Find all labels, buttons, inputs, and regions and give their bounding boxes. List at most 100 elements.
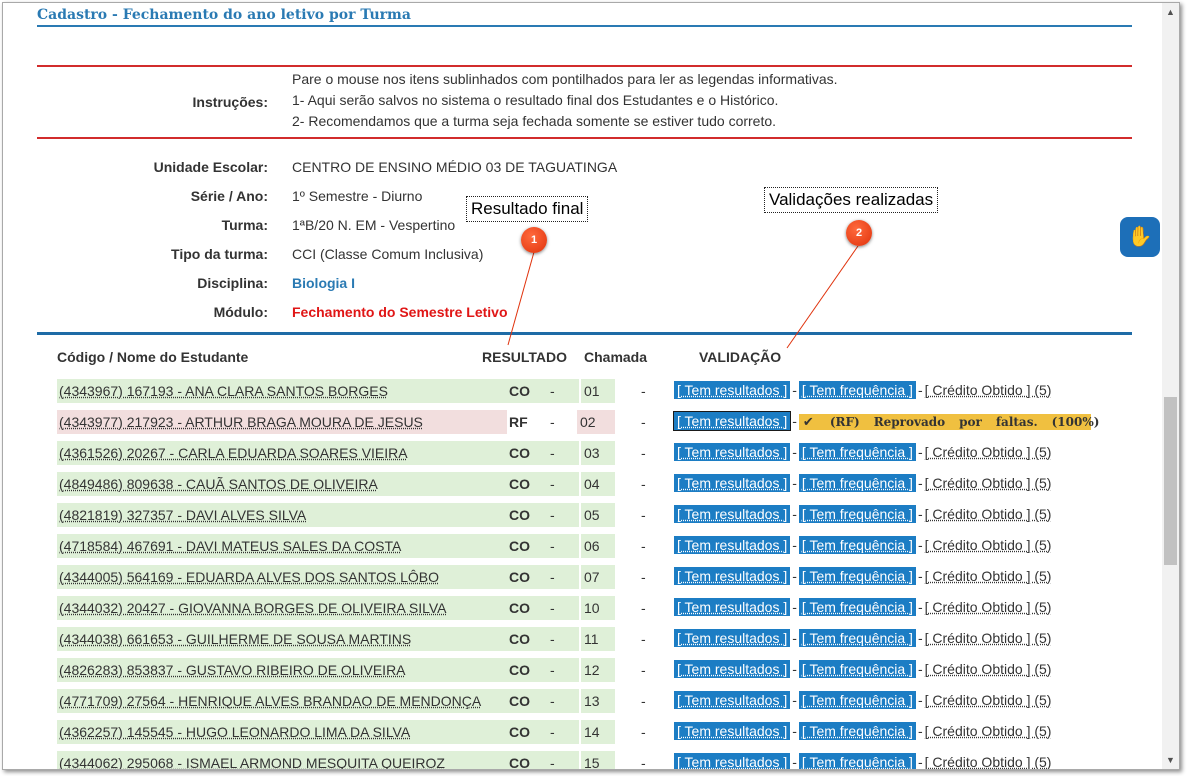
tem-frequencia-link[interactable]: [ Tem frequência ]: [798, 536, 916, 554]
turma-value: 1ªB/20 N. EM - Vespertino: [292, 217, 456, 233]
tem-resultados-link[interactable]: [ Tem resultados ]: [674, 660, 791, 678]
result-cell: CO -: [507, 596, 579, 620]
tem-resultados-link[interactable]: [ Tem resultados ]: [674, 443, 791, 461]
tem-resultados-link[interactable]: [ Tem resultados ]: [674, 505, 791, 523]
credito-obtido-link[interactable]: [ Crédito Obtido ] (5): [925, 599, 1052, 615]
student-name-link[interactable]: (4344038) 661653 - GUILHERME DE SOUSA MA…: [57, 627, 507, 651]
result-code[interactable]: CO: [509, 658, 530, 682]
table-row: (4771709) 27564 - HENRIQUE ALVES BRANDAO…: [3, 689, 1173, 715]
result-cell: CO -: [507, 689, 579, 713]
separator: -: [641, 383, 646, 399]
tem-frequencia-link[interactable]: [ Tem frequência ]: [798, 381, 916, 399]
separator: -: [792, 537, 797, 553]
separator: -: [641, 414, 646, 430]
student-name-link[interactable]: (4718584) 467691 - DAVI MATEUS SALES DA …: [57, 534, 507, 558]
credito-obtido-link[interactable]: [ Crédito Obtido ] (5): [925, 723, 1052, 739]
chamada-number: 05: [581, 503, 615, 527]
result-code[interactable]: CO: [509, 503, 530, 527]
tem-resultados-link[interactable]: [ Tem resultados ]: [674, 722, 791, 740]
disciplina-value: Biologia I: [292, 275, 355, 291]
sign-language-hands-icon[interactable]: ✋: [1120, 217, 1160, 257]
separator: -: [550, 476, 555, 492]
result-code[interactable]: CO: [509, 751, 530, 769]
scroll-up-arrow-icon[interactable]: ▲: [1162, 5, 1179, 19]
tem-frequencia-link[interactable]: [ Tem frequência ]: [798, 660, 916, 678]
credito-obtido-link[interactable]: [ Crédito Obtido ] (5): [925, 692, 1052, 708]
tem-frequencia-link[interactable]: [ Tem frequência ]: [798, 567, 916, 585]
separator: -: [792, 692, 797, 708]
student-name-link[interactable]: (4344062) 295068 - ISMAEL ARMOND MESQUIT…: [57, 751, 507, 769]
tem-resultados-link[interactable]: [ Tem resultados ]: [674, 629, 791, 647]
rf-warning-word: (RF): [829, 415, 860, 430]
tem-frequencia-link[interactable]: [ Tem frequência ]: [798, 598, 916, 616]
column-header-chamada: Chamada: [584, 349, 648, 365]
credito-obtido-link[interactable]: [ Crédito Obtido ] (5): [925, 506, 1052, 522]
tem-resultados-link[interactable]: [ Tem resultados ]: [674, 753, 791, 769]
table-row: (4344005) 564169 - EDUARDA ALVES DOS SAN…: [3, 565, 1173, 591]
separator: -: [550, 631, 555, 647]
credito-obtido-link[interactable]: [ Crédito Obtido ] (5): [925, 475, 1052, 491]
tem-frequencia-link[interactable]: [ Tem frequência ]: [798, 753, 916, 769]
tem-resultados-link[interactable]: [ Tem resultados ]: [674, 536, 791, 554]
result-cell: CO -: [507, 751, 579, 769]
table-divider: [37, 332, 1132, 335]
student-name-link[interactable]: (4821819) 327357 - DAVI ALVES SILVA: [57, 503, 507, 527]
separator: -: [792, 382, 797, 398]
result-code[interactable]: CO: [509, 379, 530, 403]
column-header-validacao: VALIDAÇÃO: [699, 349, 782, 365]
tem-resultados-link[interactable]: [ Tem resultados ]: [674, 474, 791, 492]
credito-obtido-link[interactable]: [ Crédito Obtido ] (5): [925, 754, 1052, 769]
result-code[interactable]: CO: [509, 441, 530, 465]
student-name-link[interactable]: (4771709) 27564 - HENRIQUE ALVES BRANDAO…: [57, 689, 507, 713]
result-code[interactable]: RF: [509, 410, 528, 434]
student-name-link[interactable]: (4362257) 145545 - HUGO LEONARDO LIMA DA…: [57, 720, 507, 744]
tem-frequencia-link[interactable]: [ Tem frequência ]: [798, 443, 916, 461]
result-code[interactable]: CO: [509, 627, 530, 651]
tem-frequencia-link[interactable]: [ Tem frequência ]: [798, 691, 916, 709]
tem-frequencia-link[interactable]: [ Tem frequência ]: [798, 722, 916, 740]
result-code[interactable]: CO: [509, 720, 530, 744]
separator: -: [917, 692, 923, 708]
tem-resultados-link[interactable]: [ Tem resultados ]: [674, 567, 791, 585]
separator: -: [917, 568, 923, 584]
scroll-down-arrow-icon[interactable]: ▼: [1162, 753, 1179, 767]
credito-obtido-link[interactable]: [ Crédito Obtido ] (5): [925, 382, 1052, 398]
student-name-link[interactable]: (4826283) 853837 - GUSTAVO RIBEIRO DE OL…: [57, 658, 507, 682]
result-code[interactable]: CO: [509, 472, 530, 496]
student-name-link[interactable]: (4344032) 20427 - GIOVANNA BORGES DE OLI…: [57, 596, 507, 620]
vertical-scrollbar[interactable]: ▲ ▼: [1162, 3, 1179, 769]
student-name-link[interactable]: (4344005) 564169 - EDUARDA ALVES DOS SAN…: [57, 565, 507, 589]
tem-frequencia-link[interactable]: [ Tem frequência ]: [798, 629, 916, 647]
instructions-label: Instruções:: [192, 94, 268, 110]
tem-frequencia-link[interactable]: [ Tem frequência ]: [798, 505, 916, 523]
separator: -: [641, 693, 646, 709]
credito-obtido-link[interactable]: [ Crédito Obtido ] (5): [925, 537, 1052, 553]
callout-validacoes-realizadas: Validações realizadas: [764, 187, 939, 213]
separator: -: [917, 630, 923, 646]
student-name-link[interactable]: (4343977) 217923 - ARTHUR BRAGA MOURA DE…: [57, 410, 507, 434]
tem-resultados-link[interactable]: [ Tem resultados ]: [674, 381, 791, 399]
separator: -: [550, 414, 555, 430]
scrollbar-thumb[interactable]: [1164, 397, 1177, 565]
student-name-link[interactable]: (4849486) 809638 - CAUÃ SANTOS DE OLIVEI…: [57, 472, 507, 496]
result-code[interactable]: CO: [509, 596, 530, 620]
tem-resultados-link[interactable]: [ Tem resultados ]: [672, 411, 792, 431]
result-code[interactable]: CO: [509, 534, 530, 558]
serie-value: 1º Semestre - Diurno: [292, 188, 423, 204]
student-name-link[interactable]: (4361526) 20267 - CARLA EDUARDA SOARES V…: [57, 441, 507, 465]
chamada-number: 04: [581, 472, 615, 496]
student-name-link[interactable]: (4343967) 167193 - ANA CLARA SANTOS BORG…: [57, 379, 507, 403]
separator: -: [917, 537, 923, 553]
result-code[interactable]: CO: [509, 565, 530, 589]
credito-obtido-link[interactable]: [ Crédito Obtido ] (5): [925, 661, 1052, 677]
tem-frequencia-link[interactable]: [ Tem frequência ]: [798, 474, 916, 492]
credito-obtido-link[interactable]: [ Crédito Obtido ] (5): [925, 630, 1052, 646]
tem-resultados-link[interactable]: [ Tem resultados ]: [674, 691, 791, 709]
separator: -: [917, 754, 923, 770]
result-code[interactable]: CO: [509, 689, 530, 713]
tem-resultados-link[interactable]: [ Tem resultados ]: [674, 598, 791, 616]
table-row: (4344038) 661653 - GUILHERME DE SOUSA MA…: [3, 627, 1173, 653]
credito-obtido-link[interactable]: [ Crédito Obtido ] (5): [925, 444, 1052, 460]
credito-obtido-link[interactable]: [ Crédito Obtido ] (5): [925, 568, 1052, 584]
instruction-line: 1- Aqui serão salvos no sistema o result…: [292, 92, 779, 108]
